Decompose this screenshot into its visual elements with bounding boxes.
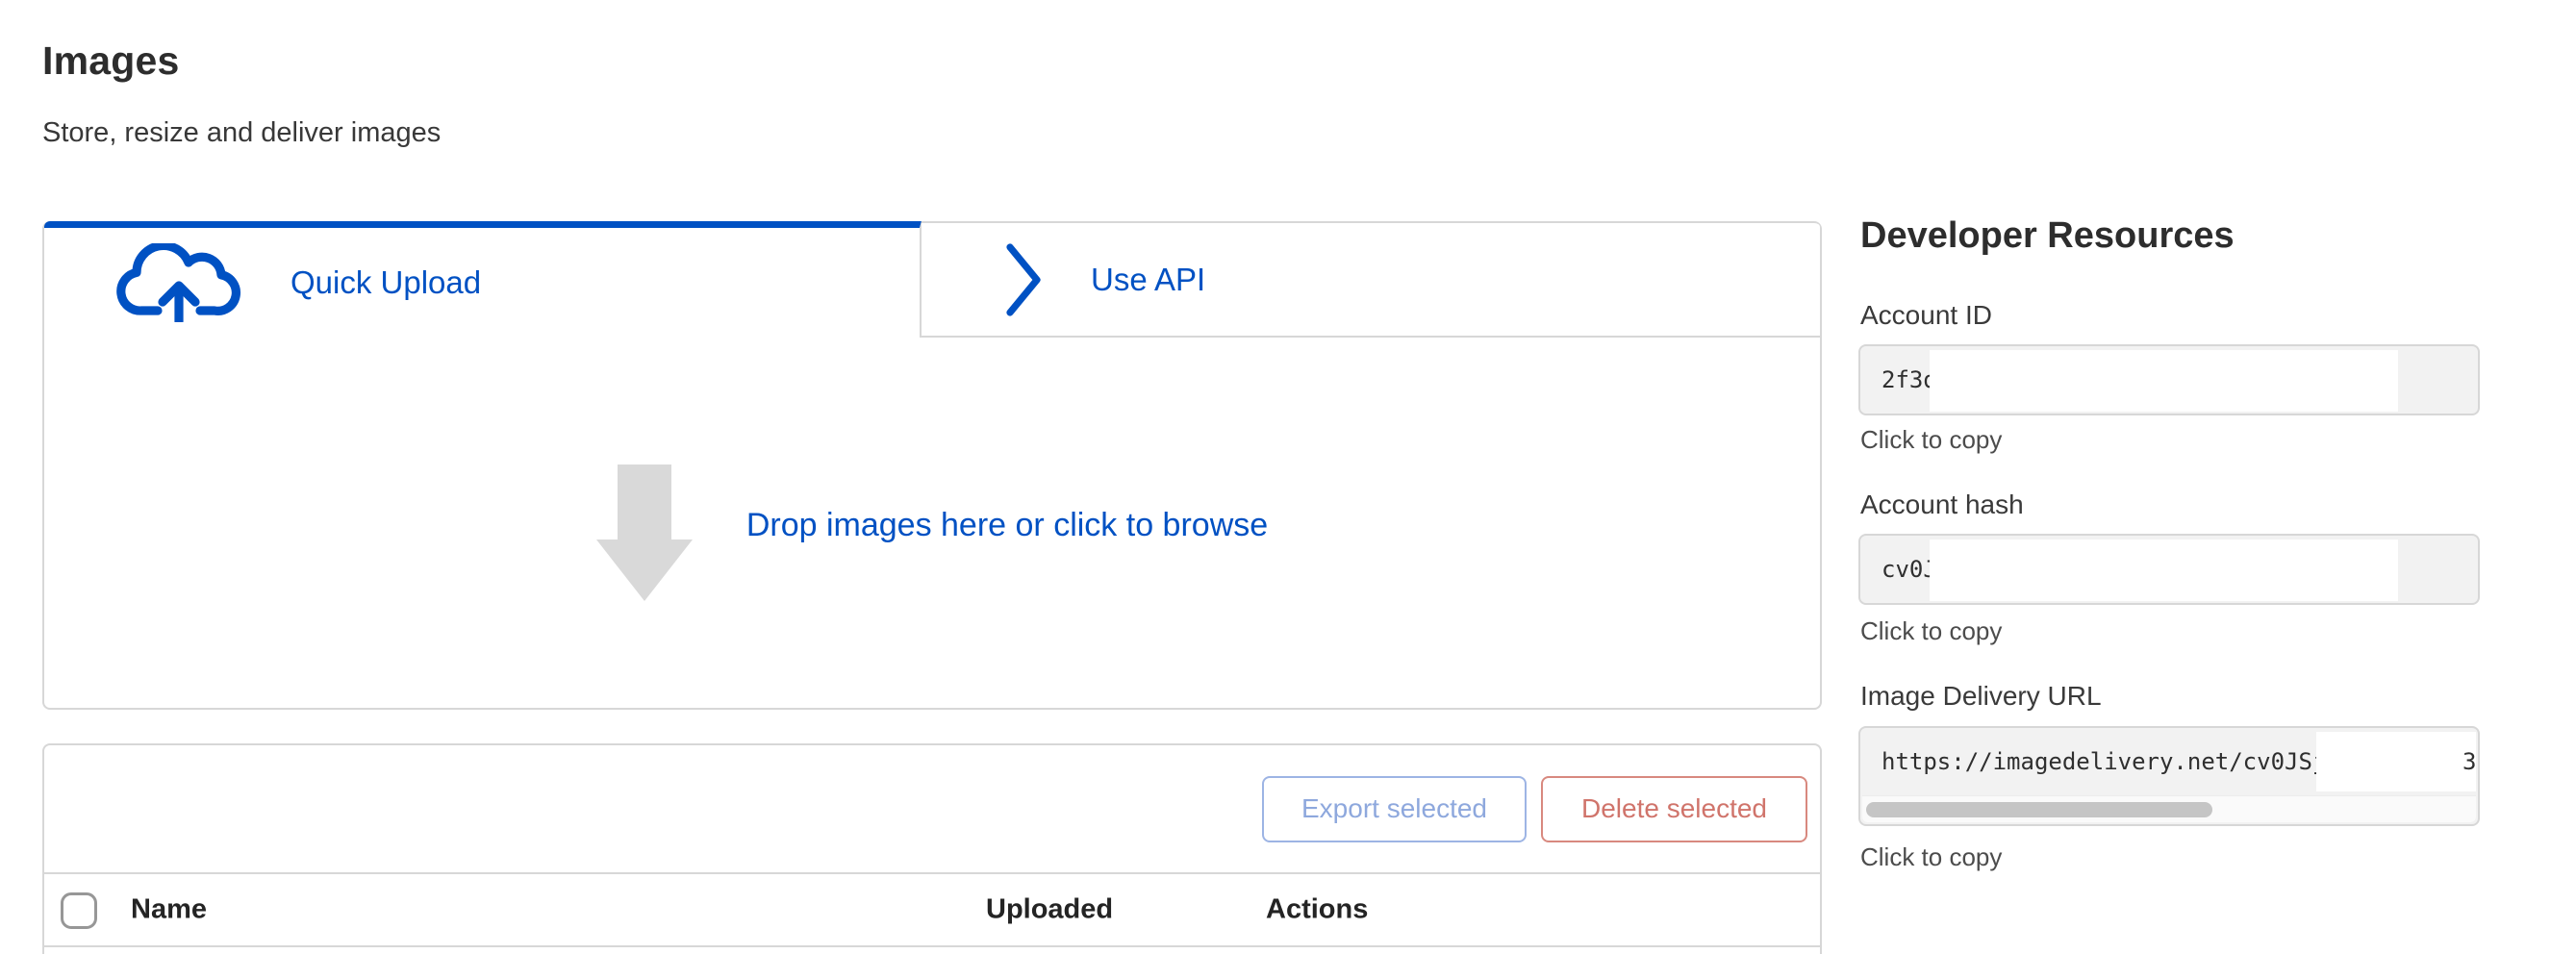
- image-delivery-url-field[interactable]: https://imagedelivery.net/cv0JSj 3: [1858, 726, 2480, 826]
- horizontal-scrollbar-thumb[interactable]: [1866, 802, 2212, 817]
- redaction-box: [1930, 350, 2398, 412]
- arrow-down-icon: [596, 464, 693, 601]
- account-id-field[interactable]: 2f3d: [1858, 344, 2480, 415]
- account-hash-field[interactable]: cv0J: [1858, 534, 2480, 605]
- account-id-label: Account ID: [1860, 300, 1992, 331]
- account-hash-label: Account hash: [1860, 490, 2024, 520]
- tab-quick-upload-label: Quick Upload: [290, 264, 481, 301]
- column-header-uploaded: Uploaded: [986, 894, 1113, 926]
- image-delivery-url-label: Image Delivery URL: [1860, 681, 2102, 712]
- tab-quick-upload[interactable]: Quick Upload: [44, 221, 922, 338]
- dropzone-label: Drop images here or click to browse: [746, 507, 1268, 544]
- table-header-row: Name Uploaded Actions: [44, 874, 1820, 947]
- page-title: Images: [42, 38, 180, 84]
- horizontal-scrollbar: [1862, 795, 2476, 822]
- developer-resources-title: Developer Resources: [1860, 215, 2235, 257]
- account-id-copy-hint: Click to copy: [1860, 425, 2002, 455]
- cloud-upload-icon: [112, 243, 246, 322]
- account-hash-copy-hint: Click to copy: [1860, 616, 2002, 646]
- image-delivery-url-copy-hint: Click to copy: [1860, 842, 2002, 872]
- redaction-box: [2316, 732, 2476, 791]
- page-subtitle: Store, resize and deliver images: [42, 117, 441, 149]
- column-header-name: Name: [131, 894, 207, 926]
- image-delivery-url-value: https://imagedelivery.net/cv0JSj: [1881, 748, 2326, 775]
- tab-use-api[interactable]: Use API: [922, 221, 1820, 338]
- delete-selected-button[interactable]: Delete selected: [1541, 776, 1807, 842]
- chevron-right-icon: [1000, 241, 1045, 318]
- upload-card: Quick Upload Use API Drop images here or…: [42, 221, 1822, 710]
- redaction-box: [1930, 540, 2398, 601]
- table-toolbar: Export selected Delete selected: [44, 745, 1820, 874]
- column-header-actions: Actions: [1266, 894, 1368, 926]
- tab-use-api-label: Use API: [1091, 262, 1205, 298]
- select-all-checkbox[interactable]: [61, 892, 97, 929]
- image-dropzone[interactable]: Drop images here or click to browse: [44, 338, 1820, 708]
- images-page: Images Store, resize and deliver images …: [0, 0, 2576, 954]
- export-selected-button[interactable]: Export selected: [1262, 776, 1527, 842]
- developer-resources-panel: Developer Resources Account ID 2f3d Clic…: [1858, 0, 2482, 954]
- upload-tabbar: Quick Upload Use API: [44, 221, 1820, 338]
- image-delivery-url-tail: 3: [2462, 728, 2475, 795]
- images-table-card: Export selected Delete selected Name Upl…: [42, 743, 1822, 954]
